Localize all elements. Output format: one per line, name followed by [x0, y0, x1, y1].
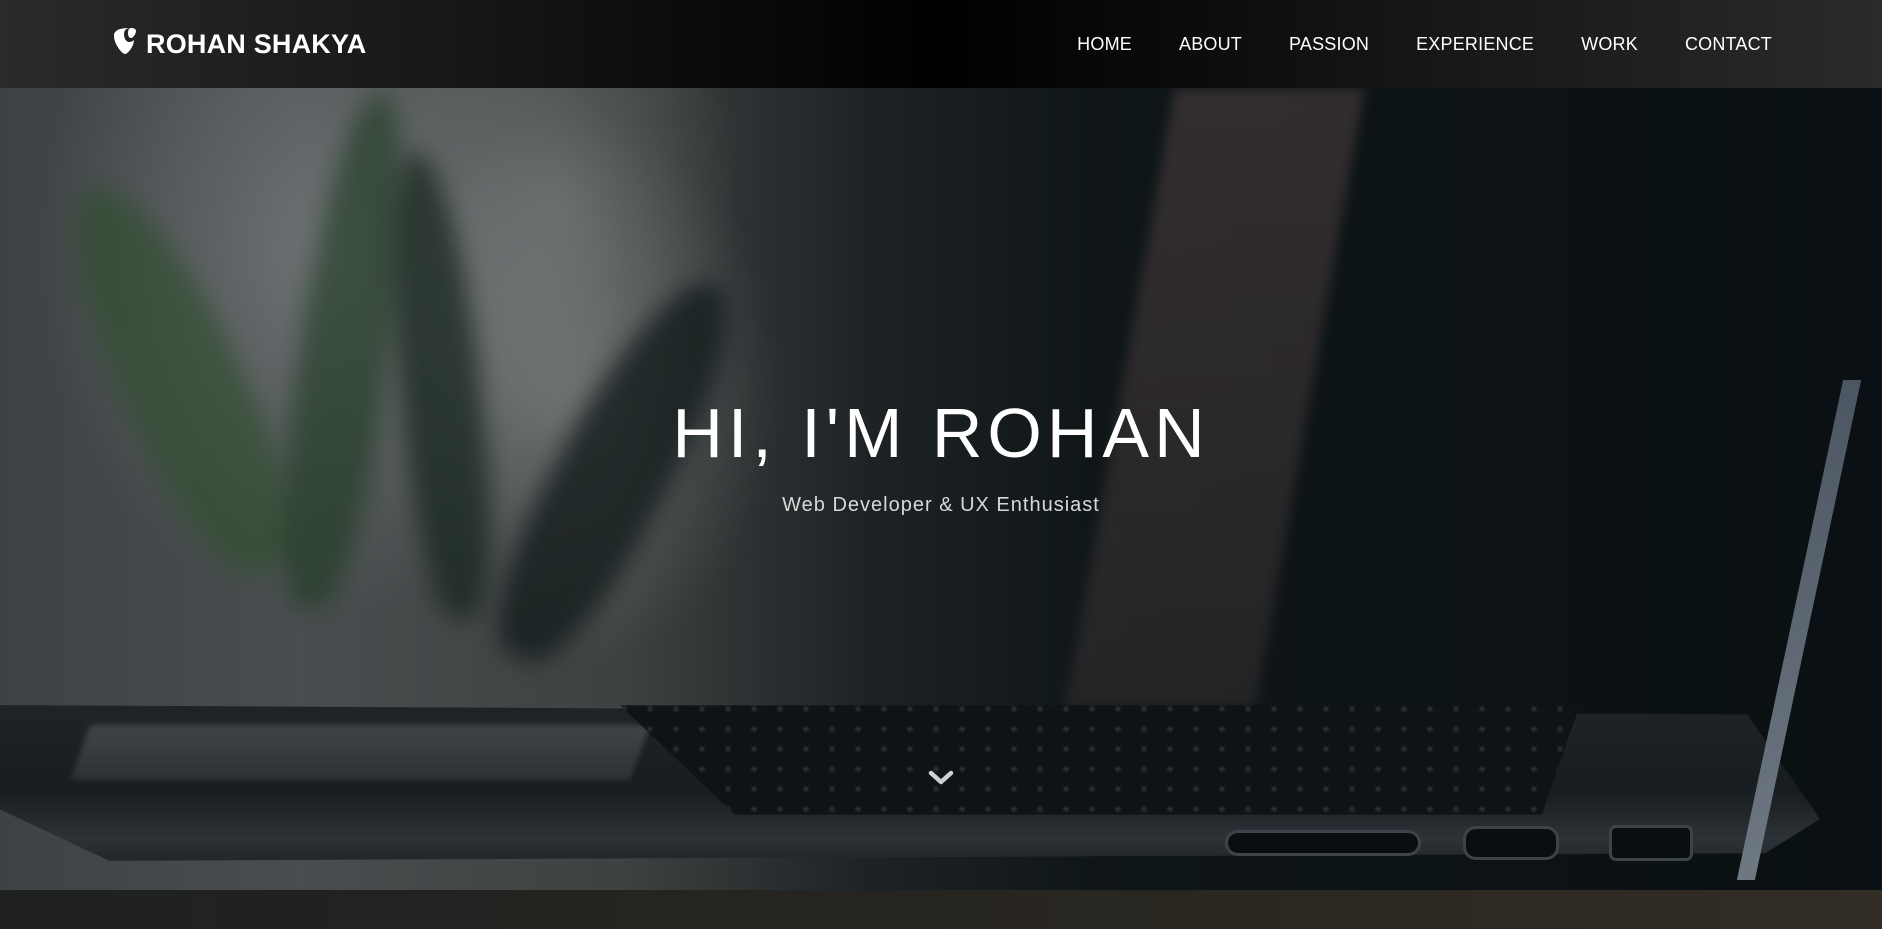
typo3-logo-icon: [110, 26, 138, 54]
hero-title: HI, I'M ROHAN: [672, 394, 1210, 472]
hero-subtitle: Web Developer & UX Enthusiast: [782, 494, 1100, 516]
main-navigation: HOME ABOUT PASSION EXPERIENCE WORK CONTA…: [1030, 0, 1772, 88]
nav-link-passion[interactable]: PASSION: [1289, 34, 1369, 55]
nav-link-contact[interactable]: CONTACT: [1685, 34, 1772, 55]
scroll-down-button[interactable]: [926, 768, 956, 792]
nav-link-work[interactable]: WORK: [1581, 34, 1638, 55]
brand-link[interactable]: ROHAN SHAKYA: [110, 22, 366, 66]
nav-link-about[interactable]: ABOUT: [1179, 34, 1242, 55]
brand-name: ROHAN SHAKYA: [146, 28, 367, 59]
chevron-down-icon: [928, 769, 954, 792]
page: ROHAN SHAKYA HOME ABOUT PASSION EXPERIEN…: [0, 0, 1882, 929]
nav-link-home[interactable]: HOME: [1077, 34, 1132, 55]
nav-link-experience[interactable]: EXPERIENCE: [1416, 34, 1534, 55]
top-navbar: ROHAN SHAKYA HOME ABOUT PASSION EXPERIEN…: [0, 0, 1882, 88]
hero-section: HI, I'M ROHAN Web Developer & UX Enthusi…: [0, 390, 1882, 517]
